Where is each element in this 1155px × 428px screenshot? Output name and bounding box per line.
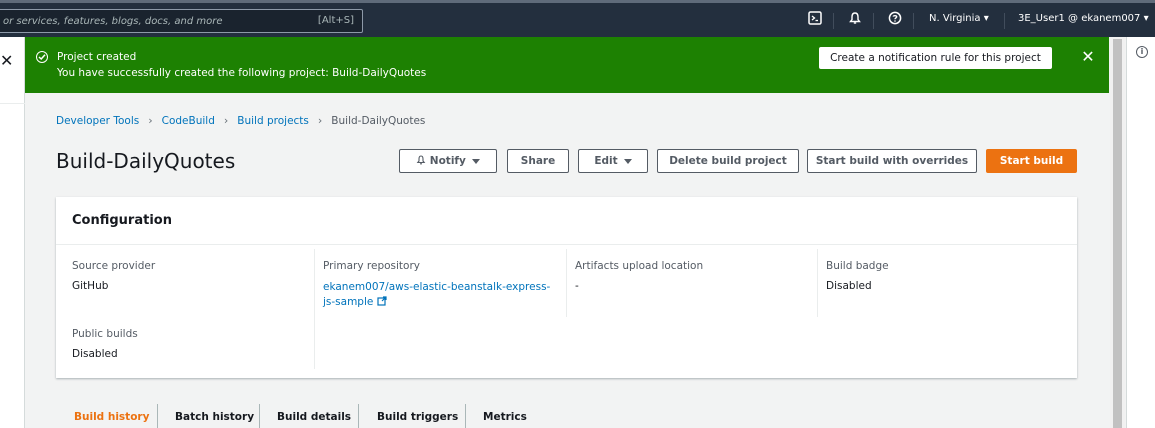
field-value: GitHub [72,280,109,292]
field-label: Build badge [826,260,889,272]
page-title: Build-DailyQuotes [56,149,236,173]
breadcrumb-chevron-icon: › [317,114,323,127]
top-navigation: [Alt+S] N. Virginia ▾ 3E_User1 @ ekanem0… [0,0,1155,37]
tab-divider [465,404,466,428]
column-divider [314,249,315,369]
create-notification-rule-button[interactable]: Create a notification rule for this proj… [819,47,1052,69]
help-icon[interactable] [886,11,904,29]
source-provider-field: Source provider GitHub [72,260,155,292]
artifacts-upload-location-field: Artifacts upload location - [575,260,703,292]
delete-build-project-button[interactable]: Delete build project [657,149,799,173]
breadcrumb-chevron-icon: › [223,114,229,127]
close-navigation-icon[interactable]: ✕ [0,51,13,70]
search-box[interactable]: [Alt+S] [0,9,363,33]
region-selector[interactable]: N. Virginia ▾ [929,13,989,24]
repository-link[interactable]: ekanem007/aws-elastic-beanstalk-express-… [323,280,559,310]
tab-build-triggers[interactable]: Build triggers [377,411,458,423]
dismiss-flash-icon[interactable]: ✕ [1080,47,1096,67]
edit-label: Edit [594,155,618,167]
tab-divider [358,404,359,428]
tools-panel-rail: i [1126,37,1155,428]
public-builds-field: Public builds Disabled [72,328,138,360]
side-navigation-collapsed: ✕ [0,37,25,428]
field-label: Public builds [72,328,138,340]
nav-divider [873,13,874,29]
tab-batch-history[interactable]: Batch history [175,411,254,423]
search-input[interactable] [0,10,299,32]
notify-button[interactable]: Notify [399,149,497,173]
tab-metrics[interactable]: Metrics [483,411,527,423]
external-link-icon [377,296,387,306]
field-label: Primary repository [323,260,421,272]
nav-divider [833,13,834,29]
breadcrumb-build-projects[interactable]: Build projects [237,115,309,127]
field-value: - [575,280,579,292]
info-icon[interactable]: i [1136,46,1148,58]
breadcrumb-current: Build-DailyQuotes [331,115,426,127]
configuration-panel: Configuration Source provider GitHub Pri… [56,197,1077,378]
breadcrumb-developer-tools[interactable]: Developer Tools [56,115,139,127]
tab-build-details[interactable]: Build details [277,411,351,423]
field-label: Artifacts upload location [575,260,704,272]
build-badge-field: Build badge Disabled [826,260,889,292]
flash-title: Project created [57,51,137,63]
cloudshell-icon[interactable] [806,11,824,29]
nav-divider [1004,13,1005,29]
field-label: Source provider [72,260,156,272]
repository-link-text: ekanem007/aws-elastic-beanstalk-express-… [323,281,551,308]
nav-divider [913,13,914,29]
nav-divider [0,103,25,104]
tab-divider [259,404,260,428]
tab-divider [157,404,158,428]
panel-header: Configuration [56,197,1077,245]
caret-down-icon [471,158,480,164]
breadcrumb-codebuild[interactable]: CodeBuild [162,115,215,127]
edit-button[interactable]: Edit [578,149,648,173]
share-button[interactable]: Share [507,149,569,173]
start-build-button[interactable]: Start build [986,149,1077,173]
scrollbar-thumb[interactable] [1113,39,1122,428]
start-build-with-overrides-button[interactable]: Start build with overrides [807,149,977,173]
notify-label: Notify [429,155,466,167]
panel-heading: Configuration [72,213,172,228]
caret-down-icon [623,158,632,164]
search-shortcut: [Alt+S] [317,15,354,26]
region-label: N. Virginia [929,13,981,24]
column-divider [817,249,818,317]
bell-icon [416,155,426,165]
flash-message: You have successfully created the follow… [57,67,427,79]
account-label: 3E_User1 @ ekanem007 [1018,13,1141,24]
field-value: Disabled [826,280,872,292]
bell-icon[interactable] [846,11,864,29]
success-check-icon [36,51,48,63]
tab-build-history[interactable]: Build history [74,411,149,423]
scrollbar[interactable] [1110,37,1125,428]
primary-repository-field: Primary repository ekanem007/aws-elastic… [323,260,559,310]
breadcrumb-chevron-icon: › [148,114,153,127]
column-divider [566,249,567,317]
account-menu[interactable]: 3E_User1 @ ekanem007 ▾ [1018,13,1149,24]
breadcrumb: Developer Tools › CodeBuild › Build projects… [56,114,425,127]
field-value: Disabled [72,348,118,360]
success-flashbar: Project created You have successfully cr… [25,37,1109,93]
